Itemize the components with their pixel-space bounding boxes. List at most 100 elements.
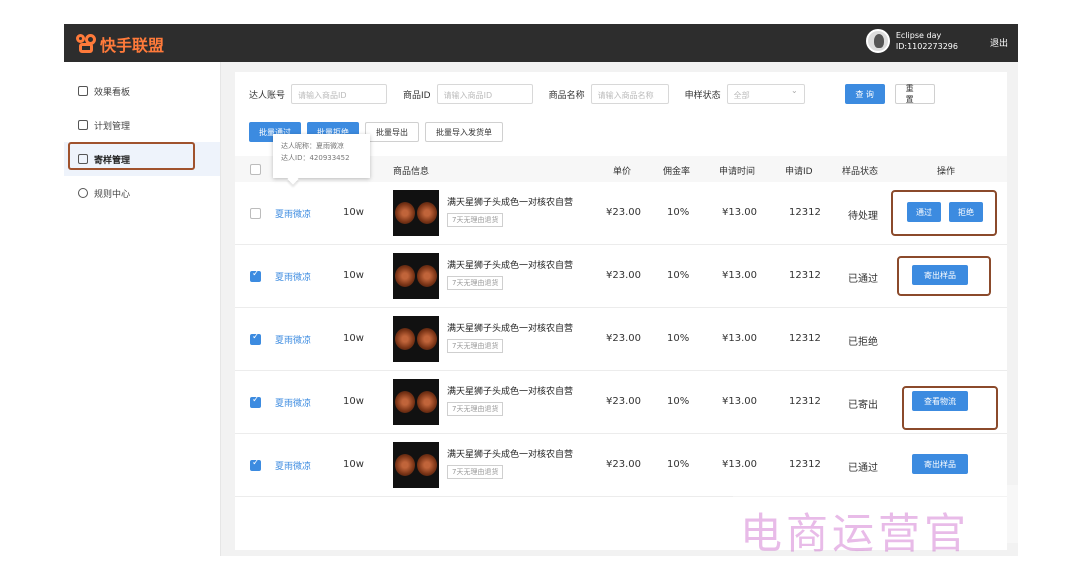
header-status: 样品状态 [842,167,879,177]
price: ¥23.00 [606,270,641,281]
row-checkbox[interactable] [250,332,261,345]
rate: 10% [667,459,690,470]
apply-id: 12312 [789,207,821,218]
product-image [393,190,439,236]
sidebar-item-dashboard[interactable]: 效果看板 [64,74,220,108]
product-id-label: 商品ID [403,90,431,101]
table-row: 夏雨微凉 10w 满天星狮子头成色一对核农自营 7天无理由退货 ¥23.00 1… [235,245,1007,308]
price: ¥23.00 [606,333,641,344]
product-name-label: 商品名称 [548,90,585,101]
kuaishou-logo-icon [76,34,96,54]
select-all-checkbox[interactable] [250,164,261,175]
rate: 10% [667,270,690,281]
product-name: 满天星狮子头成色一对核农自营 [447,450,574,460]
table-row: 夏雨微凉 10w 满天星狮子头成色一对核农自营 7天无理由退货 ¥23.00 1… [235,371,1007,434]
apply-time: ¥13.00 [722,459,757,470]
sidebar-item-rules[interactable]: 规则中心 [64,176,220,210]
apply-time: ¥13.00 [722,396,757,407]
sidebar-item-label: 效果看板 [94,87,131,98]
nick-link[interactable]: 夏雨微凉 [275,396,311,409]
send-sample-button[interactable]: 寄出样品 [912,454,968,474]
return-tag: 7天无理由退货 [447,339,504,353]
query-button[interactable]: 查 询 [844,84,885,104]
price: ¥23.00 [606,396,641,407]
table-row: 夏雨微凉 10w 满天星狮子头成色一对核农自营 7天无理由退货 ¥23.00 1… [235,308,1007,371]
user-name: Eclipse day [895,31,942,40]
apply-id: 12312 [789,270,821,281]
sidebar-item-label: 规则中心 [94,189,131,200]
apply-id: 12312 [789,396,821,407]
dashboard-icon [78,86,88,96]
nick-link[interactable]: 夏雨微凉 [275,270,311,283]
fans-count: 10w [343,270,364,281]
nick-link[interactable]: 夏雨微凉 [275,333,311,346]
price: ¥23.00 [606,207,641,218]
price: ¥23.00 [606,459,641,470]
row-checkbox[interactable] [250,395,261,408]
user-id: ID:1102273296 [895,42,958,51]
row-checkbox[interactable] [250,458,261,471]
avatar[interactable] [865,29,890,53]
row-checkbox[interactable] [250,269,261,282]
watermark: 电商运营官 [740,509,971,558]
top-bar: 快手联盟 Eclipse day ID:1102273296 退出 [64,24,1018,62]
filter-bar: 达人账号 请输入商品ID 商品ID 请输入商品ID 商品名称 请输入商品名称 申… [249,84,935,104]
fans-count: 10w [343,459,364,470]
sidebar: 效果看板 计划管理 寄样管理 规则中心 [64,62,221,556]
status-text: 已通过 [848,274,878,285]
header-ops: 操作 [937,167,956,177]
sidebar-item-plan[interactable]: 计划管理 [64,108,220,142]
product-image [393,442,439,488]
product-image [393,316,439,362]
sidebar-item-label: 计划管理 [94,121,131,132]
fans-count: 10w [343,396,364,407]
logout-link[interactable]: 退出 [990,36,1008,49]
product-image [393,253,439,299]
return-tag: 7天无理由退货 [447,276,504,290]
header-time: 申请时间 [719,167,756,177]
tooltip-id: 达人ID：420933452 [281,154,350,162]
app-frame: 快手联盟 Eclipse day ID:1102273296 退出 效果看板 计… [64,24,1018,556]
nick-tooltip: 达人昵称：夏雨微凉 达人ID：420933452 [273,134,370,178]
logistics-highlight [902,386,998,430]
header-product: 商品信息 [393,167,430,177]
product-name: 满天星狮子头成色一对核农自营 [447,387,574,397]
status-text: 已拒绝 [848,337,878,348]
user-info[interactable]: Eclipse day ID:1102273296 [865,29,958,53]
product-name: 满天星狮子头成色一对核农自营 [447,324,574,334]
nick-link[interactable]: 夏雨微凉 [275,207,311,220]
product-name: 满天星狮子头成色一对核农自营 [447,261,574,271]
status-select[interactable]: 全部 [726,84,805,104]
status-label: 申样状态 [684,90,721,101]
reset-button[interactable]: 重 置 [894,84,935,104]
status-text: 待处理 [848,211,878,222]
batch-export-button[interactable]: 批量导出 [365,122,419,142]
header-apply-id: 申请ID [785,167,813,177]
logo-text: 快手联盟 [100,36,165,55]
rate: 10% [667,207,690,218]
apply-id: 12312 [789,459,821,470]
row-checkbox[interactable] [250,208,261,219]
rate: 10% [667,333,690,344]
nick-link[interactable]: 夏雨微凉 [275,459,311,472]
header-rate: 佣金率 [663,167,691,177]
rules-icon [78,188,88,198]
apply-time: ¥13.00 [722,270,757,281]
main-content: 达人账号 请输入商品ID 商品ID 请输入商品ID 商品名称 请输入商品名称 申… [235,72,1007,550]
return-tag: 7天无理由退货 [447,213,504,227]
product-name-input[interactable]: 请输入商品名称 [590,84,669,104]
batch-import-button[interactable]: 批量导入发货单 [425,122,503,142]
product-name: 满天星狮子头成色一对核农自营 [447,198,574,208]
status-text: 已寄出 [848,400,878,411]
rate: 10% [667,396,690,407]
ops-highlight [891,190,997,236]
apply-id: 12312 [789,333,821,344]
product-id-input[interactable]: 请输入商品ID [436,84,533,104]
plan-icon [78,120,88,130]
account-input[interactable]: 请输入商品ID [291,84,388,104]
fans-count: 10w [343,333,364,344]
tooltip-nick: 达人昵称：夏雨微凉 [281,142,344,150]
return-tag: 7天无理由退货 [447,465,504,479]
logo[interactable]: 快手联盟 [76,32,164,56]
apply-time: ¥13.00 [722,207,757,218]
